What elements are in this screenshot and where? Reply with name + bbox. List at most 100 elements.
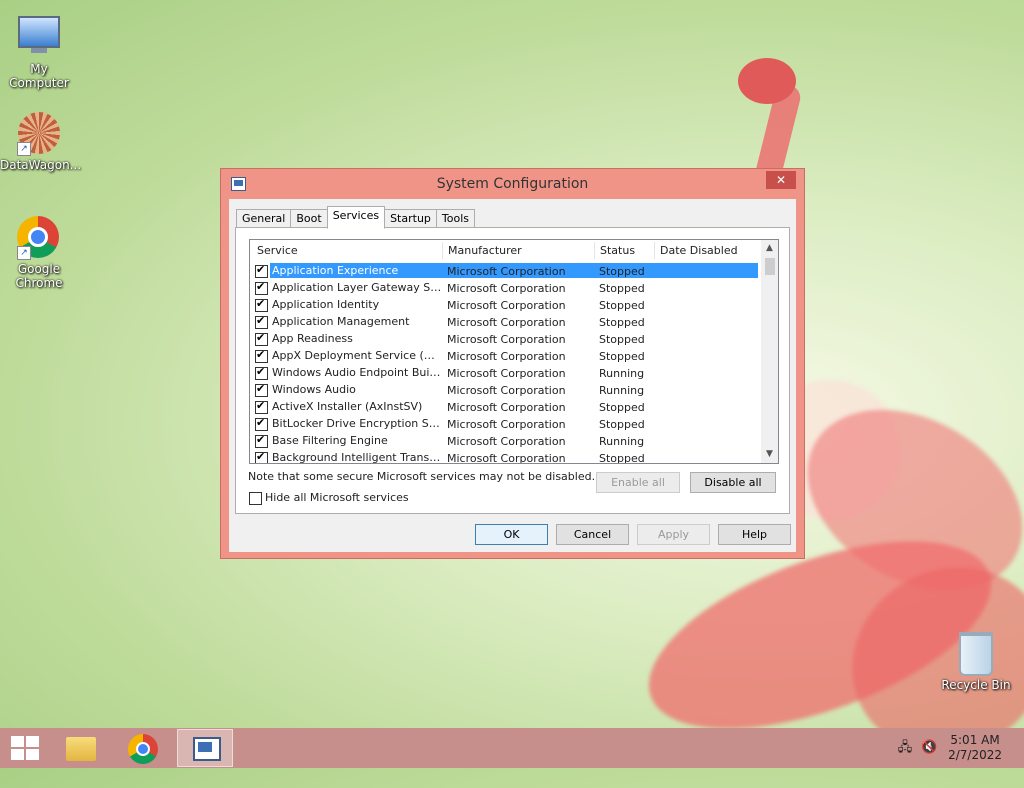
- service-checkbox[interactable]: [255, 280, 268, 295]
- hide-microsoft-services-checkbox[interactable]: [249, 492, 262, 505]
- cancel-button[interactable]: Cancel: [556, 524, 629, 545]
- tab-general[interactable]: General: [236, 209, 292, 228]
- service-checkbox[interactable]: [255, 399, 268, 414]
- desktop-icon-label: Recycle Bin: [941, 678, 1011, 692]
- service-row[interactable]: Application Identity Microsoft Corporatio…: [250, 297, 760, 314]
- column-divider: [442, 242, 443, 259]
- volume-muted-icon[interactable]: 🔇: [921, 740, 937, 756]
- service-row[interactable]: AppX Deployment Service (AppX... Microsof…: [250, 348, 760, 365]
- service-manufacturer: Microsoft Corporation: [447, 350, 566, 363]
- service-checkbox[interactable]: [255, 365, 268, 380]
- service-status: Running: [599, 367, 645, 380]
- recycle-bin-icon: [954, 632, 998, 676]
- service-status: Running: [599, 435, 645, 448]
- service-checkbox[interactable]: [255, 416, 268, 431]
- service-status: Stopped: [599, 333, 645, 346]
- help-button[interactable]: Help: [718, 524, 791, 545]
- service-row[interactable]: Application Layer Gateway Service Microso…: [250, 280, 760, 297]
- service-checkbox[interactable]: [255, 348, 268, 363]
- column-header-manufacturer[interactable]: Manufacturer: [448, 244, 522, 257]
- service-status: Stopped: [599, 265, 645, 278]
- chrome-icon: [128, 734, 158, 764]
- vertical-scrollbar[interactable]: ▲ ▼: [761, 240, 778, 463]
- msconfig-icon: [193, 737, 221, 761]
- desktop-icon-label: DataWagon...: [0, 158, 82, 172]
- secure-services-note: Note that some secure Microsoft services…: [248, 470, 596, 483]
- service-manufacturer: Microsoft Corporation: [447, 282, 566, 295]
- service-checkbox[interactable]: [255, 433, 268, 448]
- service-row[interactable]: ActiveX Installer (AxInstSV) Microsoft Co…: [250, 399, 760, 416]
- service-checkbox[interactable]: [255, 382, 268, 397]
- desktop-icon-recycle-bin[interactable]: Recycle Bin: [937, 632, 1015, 692]
- service-status: Stopped: [599, 452, 645, 464]
- service-rows: Application Experience Microsoft Corporat…: [250, 263, 760, 464]
- wallpaper-flower-stamen: [738, 58, 796, 104]
- tab-tools[interactable]: Tools: [435, 209, 476, 228]
- services-list[interactable]: Service Manufacturer Status Date Disable…: [249, 239, 779, 464]
- apply-button[interactable]: Apply: [637, 524, 710, 545]
- service-status: Stopped: [599, 401, 645, 414]
- scroll-thumb[interactable]: [765, 258, 775, 275]
- service-checkbox[interactable]: [255, 331, 268, 346]
- windows-logo-icon: [11, 736, 24, 747]
- desktop-icon-label: Google Chrome: [15, 262, 63, 290]
- service-status: Running: [599, 384, 645, 397]
- desktop-icon-google-chrome[interactable]: ↗ Google Chrome: [0, 216, 78, 290]
- scroll-down-icon[interactable]: ▼: [761, 446, 778, 463]
- tab-boot[interactable]: Boot: [290, 209, 328, 228]
- service-name: Background Intelligent Transfer ...: [272, 451, 442, 464]
- service-row[interactable]: Windows Audio Microsoft Corporation Runnin…: [250, 382, 760, 399]
- taskbar-system-configuration[interactable]: [177, 729, 233, 767]
- service-name: Application Layer Gateway Service: [272, 281, 442, 294]
- datawagon-icon: ↗: [17, 112, 61, 156]
- service-status: Stopped: [599, 350, 645, 363]
- service-checkbox[interactable]: [255, 297, 268, 312]
- close-button[interactable]: ✕: [766, 171, 796, 189]
- clock[interactable]: 5:01 AM 2/7/2022: [948, 733, 1002, 763]
- desktop-icon-label: My Computer: [9, 62, 69, 90]
- service-manufacturer: Microsoft Corporation: [447, 401, 566, 414]
- system-configuration-window: System Configuration ✕ General Boot Serv…: [220, 168, 805, 559]
- desktop-icon-my-computer[interactable]: My Computer: [0, 10, 78, 90]
- scroll-up-icon[interactable]: ▲: [761, 240, 778, 257]
- service-manufacturer: Microsoft Corporation: [447, 452, 566, 464]
- disable-all-button[interactable]: Disable all: [690, 472, 776, 493]
- service-row[interactable]: Application Experience Microsoft Corporat…: [250, 263, 760, 280]
- column-header-date-disabled[interactable]: Date Disabled: [660, 244, 738, 257]
- taskbar-google-chrome[interactable]: [115, 729, 171, 767]
- enable-all-button[interactable]: Enable all: [596, 472, 680, 493]
- service-row[interactable]: Application Management Microsoft Corporat…: [250, 314, 760, 331]
- title-bar[interactable]: System Configuration ✕: [221, 169, 804, 199]
- service-manufacturer: Microsoft Corporation: [447, 384, 566, 397]
- computer-icon: [17, 16, 61, 60]
- network-icon[interactable]: 🖧: [897, 740, 913, 756]
- service-name: Application Identity: [272, 298, 380, 311]
- service-row[interactable]: BitLocker Drive Encryption Service Micros…: [250, 416, 760, 433]
- service-row[interactable]: Windows Audio Endpoint Builder Microsoft …: [250, 365, 760, 382]
- service-checkbox[interactable]: [255, 263, 268, 278]
- service-checkbox[interactable]: [255, 450, 268, 463]
- service-status: Stopped: [599, 299, 645, 312]
- taskbar-file-explorer[interactable]: [52, 729, 108, 767]
- column-header-service[interactable]: Service: [257, 244, 298, 257]
- desktop-icon-datawagon[interactable]: ↗ DataWagon...: [0, 112, 82, 172]
- start-button[interactable]: [8, 735, 42, 761]
- tab-strip: General Boot Services Startup Tools: [236, 206, 476, 229]
- service-row[interactable]: App Readiness Microsoft Corporation Stoppe…: [250, 331, 760, 348]
- service-checkbox[interactable]: [255, 314, 268, 329]
- service-row[interactable]: Base Filtering Engine Microsoft Corporati…: [250, 433, 760, 450]
- service-manufacturer: Microsoft Corporation: [447, 316, 566, 329]
- service-name: Base Filtering Engine: [272, 434, 388, 447]
- clock-time: 5:01 AM: [950, 733, 1000, 747]
- ok-button[interactable]: OK: [475, 524, 548, 545]
- clock-date: 2/7/2022: [948, 748, 1002, 762]
- hide-microsoft-services-label[interactable]: Hide all Microsoft services: [265, 491, 409, 504]
- column-header-status[interactable]: Status: [600, 244, 635, 257]
- tab-startup[interactable]: Startup: [384, 209, 437, 228]
- service-row[interactable]: Background Intelligent Transfer ... Micro…: [250, 450, 760, 464]
- service-manufacturer: Microsoft Corporation: [447, 333, 566, 346]
- list-header: Service Manufacturer Status Date Disable…: [250, 240, 760, 260]
- shortcut-arrow-icon: ↗: [17, 246, 31, 260]
- tab-services[interactable]: Services: [326, 206, 386, 229]
- service-manufacturer: Microsoft Corporation: [447, 435, 566, 448]
